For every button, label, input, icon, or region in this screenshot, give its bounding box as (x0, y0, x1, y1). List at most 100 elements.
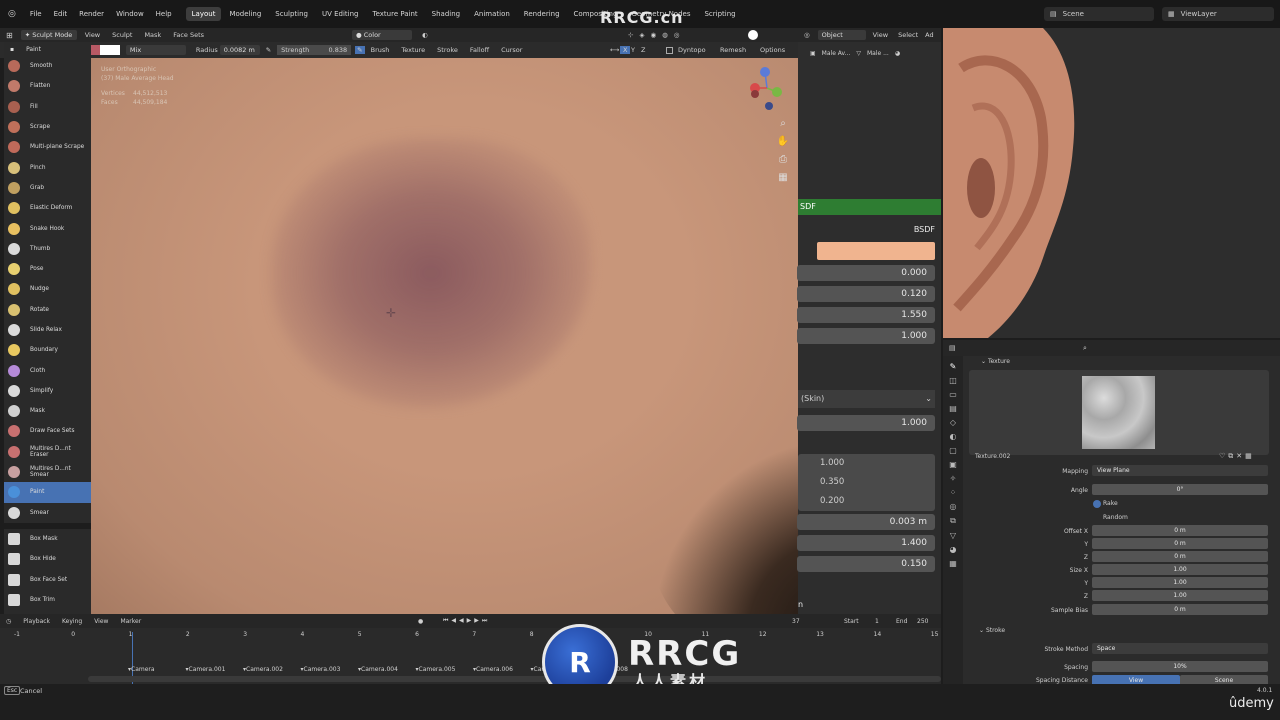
spacing-slider[interactable]: 10% (1092, 661, 1268, 672)
camera-marker[interactable]: ▾Camera.002 (243, 666, 283, 673)
random-label[interactable]: Random (1103, 514, 1128, 521)
world-tab-icon[interactable]: ◐ (950, 432, 957, 441)
object-tab-icon[interactable]: ▣ (949, 460, 957, 469)
tab-sculpting[interactable]: Sculpting (269, 7, 314, 21)
bsdf-node-header[interactable]: SDF (798, 199, 941, 215)
reference-image-view[interactable] (943, 28, 1280, 338)
grid-view-icon[interactable]: ▦ (776, 170, 790, 184)
stroke-dropdown[interactable]: Stroke (431, 46, 464, 54)
texture-actions-icons[interactable]: ♡⧉✕▦ (1219, 452, 1255, 461)
tool-scrape[interactable]: Scrape (4, 117, 91, 137)
breadcrumb-object[interactable]: Male Av... (822, 50, 851, 57)
tool-multires-d-nt-eraser[interactable]: Multires D...nt Eraser (4, 442, 91, 462)
strength-slider[interactable]: Strength 0.838 (277, 45, 352, 55)
tab-texture-paint[interactable]: Texture Paint (367, 7, 424, 21)
sample-bias-field[interactable]: 0 m (1092, 604, 1268, 615)
menu-face-sets[interactable]: Face Sets (167, 31, 210, 39)
camera-marker[interactable]: ▾Camera.001 (186, 666, 226, 673)
size-y-field[interactable]: 1.00 (1092, 577, 1268, 588)
menu-view[interactable]: View (79, 31, 106, 39)
tab-scripting[interactable]: Scripting (698, 7, 741, 21)
pressure-icon[interactable]: ✎ (266, 46, 271, 54)
camera-marker[interactable]: ▾Camera.004 (358, 666, 398, 673)
subsurface-method-dropdown[interactable]: (Skin) ⌄ (798, 390, 935, 408)
tool-thumb[interactable]: Thumb (4, 239, 91, 259)
navigation-gizmo[interactable] (743, 64, 793, 114)
tool-simplify[interactable]: Simplify (4, 381, 91, 401)
offset-z-field[interactable]: 0 m (1092, 551, 1268, 562)
3d-viewport[interactable]: User Orthographic (37) Male Average Head… (91, 58, 798, 614)
start-value[interactable]: 1 (875, 618, 879, 625)
menu-mask[interactable]: Mask (138, 31, 167, 39)
camera-view-icon[interactable]: ⎙ (776, 152, 790, 166)
blend-mode-dropdown[interactable]: Mix (125, 45, 186, 55)
size-z-field[interactable]: 1.00 (1092, 590, 1268, 601)
scene-tab-icon[interactable]: ◇ (950, 418, 956, 427)
mode-selector[interactable]: ✦ Sculpt Mode (20, 30, 77, 40)
tool-cloth[interactable]: Cloth (4, 360, 91, 380)
menu-sculpt[interactable]: Sculpt (106, 31, 138, 39)
radius-x[interactable]: 1.000 (798, 454, 935, 473)
texture-section-header[interactable]: ⌄ Texture (981, 358, 1010, 365)
properties-search-icon[interactable]: ⌕ (1083, 344, 1087, 353)
zoom-icon[interactable]: ⌕ (776, 116, 790, 130)
tool-snake-hook[interactable]: Snake Hook (4, 218, 91, 238)
strength-pressure-icon[interactable]: ✎ (355, 46, 365, 54)
tool-nudge[interactable]: Nudge (4, 279, 91, 299)
blender-logo-icon[interactable]: ◎ (0, 9, 24, 19)
node-value-4[interactable]: 1.000 (797, 328, 935, 344)
offset-y-field[interactable]: 0 m (1092, 538, 1268, 549)
breadcrumb-mesh[interactable]: Male ... (867, 50, 889, 57)
texture-tab-icon[interactable]: ▦ (949, 559, 957, 568)
rake-radio[interactable] (1093, 500, 1101, 508)
tool-rotate[interactable]: Rotate (4, 300, 91, 320)
node-menu-select[interactable]: Select (893, 31, 923, 39)
properties-editor-icon[interactable]: ▤ (943, 344, 962, 352)
menu-help[interactable]: Help (150, 10, 178, 18)
node-value-1[interactable]: 0.000 (797, 265, 935, 281)
end-value[interactable]: 250 (917, 618, 928, 625)
secondary-color-swatch[interactable] (99, 45, 120, 55)
view-layer-tab-icon[interactable]: ▤ (949, 404, 957, 413)
offset-x-field[interactable]: 0 m (1092, 525, 1268, 536)
particles-tab-icon[interactable]: ⁘ (950, 488, 957, 497)
tool-draw-face-sets[interactable]: Draw Face Sets (4, 421, 91, 441)
tool-tab-icon[interactable]: ✎ (950, 362, 957, 371)
physics-tab-icon[interactable]: ◎ (950, 502, 957, 511)
color-selector[interactable]: ● Color (352, 30, 412, 40)
color-picker-icon[interactable]: ◐ (422, 31, 428, 39)
tab-shading[interactable]: Shading (426, 7, 466, 21)
node-menu-add[interactable]: Ad (923, 31, 935, 39)
record-icon[interactable]: ● (418, 618, 423, 625)
dyntopo-checkbox[interactable] (666, 46, 673, 54)
size-x-field[interactable]: 1.00 (1092, 564, 1268, 575)
tool-flatten[interactable]: Flatten (4, 76, 91, 96)
modifier-tab-icon[interactable]: ✧ (950, 474, 957, 483)
tool-pinch[interactable]: Pinch (4, 157, 91, 177)
playback-controls[interactable]: ⏮◀◀▶▶⏭ (443, 617, 490, 625)
dyntopo-dropdown[interactable]: Dyntopo (678, 46, 706, 54)
tool-box-mask[interactable]: Box Mask (4, 529, 91, 549)
tab-animation[interactable]: Animation (468, 7, 516, 21)
tool-grab[interactable]: Grab (4, 178, 91, 198)
tab-layout[interactable]: Layout (185, 7, 222, 21)
tool-multires-d-nt-smear[interactable]: Multires D...nt Smear (4, 462, 91, 482)
view-layer-selector[interactable]: ▦ ViewLayer (1162, 7, 1274, 21)
radius-z[interactable]: 0.200 (798, 492, 935, 511)
marker-menu[interactable]: Marker (114, 618, 147, 625)
tool-paint[interactable]: Paint (4, 482, 91, 503)
current-frame[interactable]: 37 (792, 618, 800, 625)
stroke-section-header[interactable]: ⌄ Stroke (979, 627, 1005, 634)
tool-pose[interactable]: Pose (4, 259, 91, 279)
tool-mask[interactable]: Mask (4, 401, 91, 421)
timeline-scrollbar[interactable] (88, 676, 941, 682)
render-tab-icon[interactable]: ◫ (949, 376, 957, 385)
constraints-tab-icon[interactable]: ⧉ (950, 516, 956, 526)
camera-marker[interactable]: ▾Camera.005 (416, 666, 456, 673)
tool-elastic-deform[interactable]: Elastic Deform (4, 198, 91, 218)
symmetry-x[interactable]: X (620, 46, 631, 54)
brush-dropdown[interactable]: Brush (365, 46, 396, 54)
base-color-swatch[interactable] (817, 242, 935, 260)
tool-fill[interactable]: Fill (4, 97, 91, 117)
keying-menu[interactable]: Keying (56, 618, 88, 625)
